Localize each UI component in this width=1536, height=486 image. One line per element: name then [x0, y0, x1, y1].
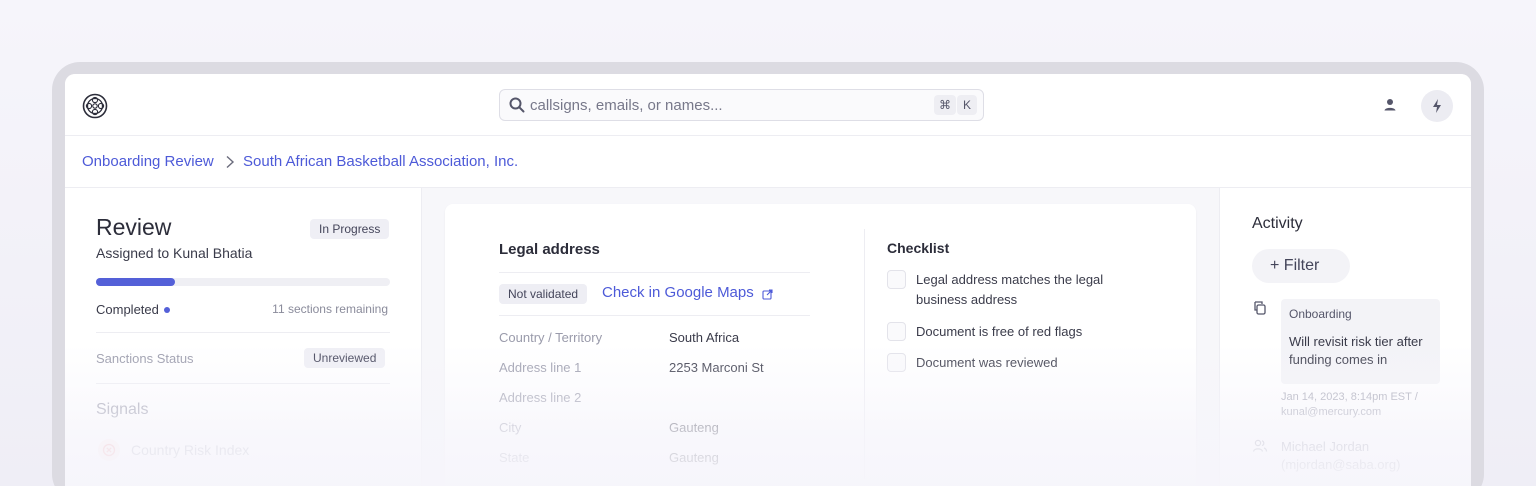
checklist-title: Checklist — [887, 240, 950, 256]
divider — [96, 332, 390, 333]
field-label-address2: Address line 2 — [499, 390, 582, 405]
activity-panel: Activity + Filter Onboarding Will revisi… — [1219, 188, 1471, 486]
field-label-country: Country / Territory — [499, 330, 603, 345]
user-icon[interactable] — [1381, 96, 1399, 114]
sections-remaining: 11 sections remaining — [272, 302, 388, 316]
review-progress-bar — [96, 278, 390, 286]
field-label-address1: Address line 1 — [499, 360, 582, 375]
activity-title: Activity — [1252, 215, 1303, 232]
checklist-label-address-match: Legal address matches the legal business… — [916, 272, 1104, 307]
breadcrumb-parent-link[interactable]: Onboarding Review — [82, 153, 214, 170]
shortcut-key-k: K — [957, 95, 977, 115]
bolt-icon — [1433, 99, 1441, 113]
signal-country-risk[interactable]: Country Risk Index — [131, 442, 249, 458]
breadcrumb-current-link[interactable]: South African Basketball Association, In… — [243, 153, 518, 170]
field-value-state: Gauteng — [669, 450, 719, 465]
search-bar[interactable]: ⌘ K — [499, 89, 984, 121]
breadcrumb: Onboarding Review South African Basketba… — [65, 136, 1471, 188]
field-label-state: State — [499, 450, 530, 465]
shortcut-key-cmd: ⌘ — [934, 95, 956, 115]
review-panel: Review In Progress Assigned to Kunal Bha… — [65, 188, 422, 486]
field-label-city: City — [499, 420, 522, 435]
legal-address-card: Legal address Not validated Check in Goo… — [445, 204, 1196, 486]
divider — [499, 272, 810, 273]
top-bar: ⌘ K — [65, 74, 1471, 136]
checklist-checkbox-red-flags[interactable] — [887, 322, 906, 341]
external-link-icon[interactable] — [762, 289, 773, 300]
error-circle-icon — [98, 439, 120, 461]
note-meta: Jan 14, 2023, 8:14pm EST / kunal@mercury… — [1281, 391, 1418, 418]
checklist-checkbox-reviewed[interactable] — [887, 353, 906, 372]
field-value-address1: 2253 Marconi St — [669, 360, 764, 375]
search-input[interactable] — [530, 94, 910, 116]
checklist-label-reviewed: Document was reviewed — [916, 355, 1058, 370]
sanctions-label: Sanctions Status — [96, 351, 194, 366]
search-icon — [509, 97, 525, 113]
divider — [499, 315, 810, 316]
app-window: ⌘ K Onboarding Review South African Bask… — [65, 74, 1471, 486]
review-title: Review — [96, 214, 172, 240]
divider — [96, 383, 390, 384]
divider — [864, 229, 865, 479]
assignee-text: Assigned to Kunal Bhatia — [96, 245, 253, 261]
review-progress-fill — [96, 278, 176, 286]
copy-icon — [1254, 301, 1266, 315]
activity-note[interactable]: Onboarding Will revisit risk tier after … — [1281, 299, 1440, 384]
checklist-label-red-flags: Document is free of red flags — [916, 324, 1083, 339]
signals-heading: Signals — [96, 401, 149, 418]
sanctions-status-badge: Unreviewed — [304, 348, 386, 368]
activity-person[interactable]: Michael Jordan (mjordan@saba.org) — [1281, 438, 1400, 474]
logo-icon[interactable] — [82, 93, 108, 119]
completed-label: Completed — [96, 302, 159, 317]
legal-address-title: Legal address — [499, 241, 600, 258]
person-handle: (mjordan@saba.org) — [1281, 457, 1401, 472]
status-badge: In Progress — [310, 219, 390, 239]
filter-button[interactable]: + Filter — [1252, 249, 1350, 283]
validation-badge: Not validated — [499, 284, 588, 304]
field-value-city: Gauteng — [669, 420, 719, 435]
note-text: Will revisit risk tier after funding com… — [1289, 334, 1423, 367]
people-icon — [1252, 439, 1268, 452]
field-value-country: South Africa — [669, 330, 740, 345]
completed-dot — [164, 307, 170, 313]
person-name: Michael Jordan — [1281, 439, 1370, 454]
quick-actions-button[interactable] — [1421, 90, 1453, 122]
chevron-right-icon — [226, 155, 235, 169]
google-maps-link[interactable]: Check in Google Maps — [602, 284, 754, 301]
checklist-checkbox-address-match[interactable] — [887, 270, 906, 289]
note-tag: Onboarding — [1289, 307, 1352, 321]
